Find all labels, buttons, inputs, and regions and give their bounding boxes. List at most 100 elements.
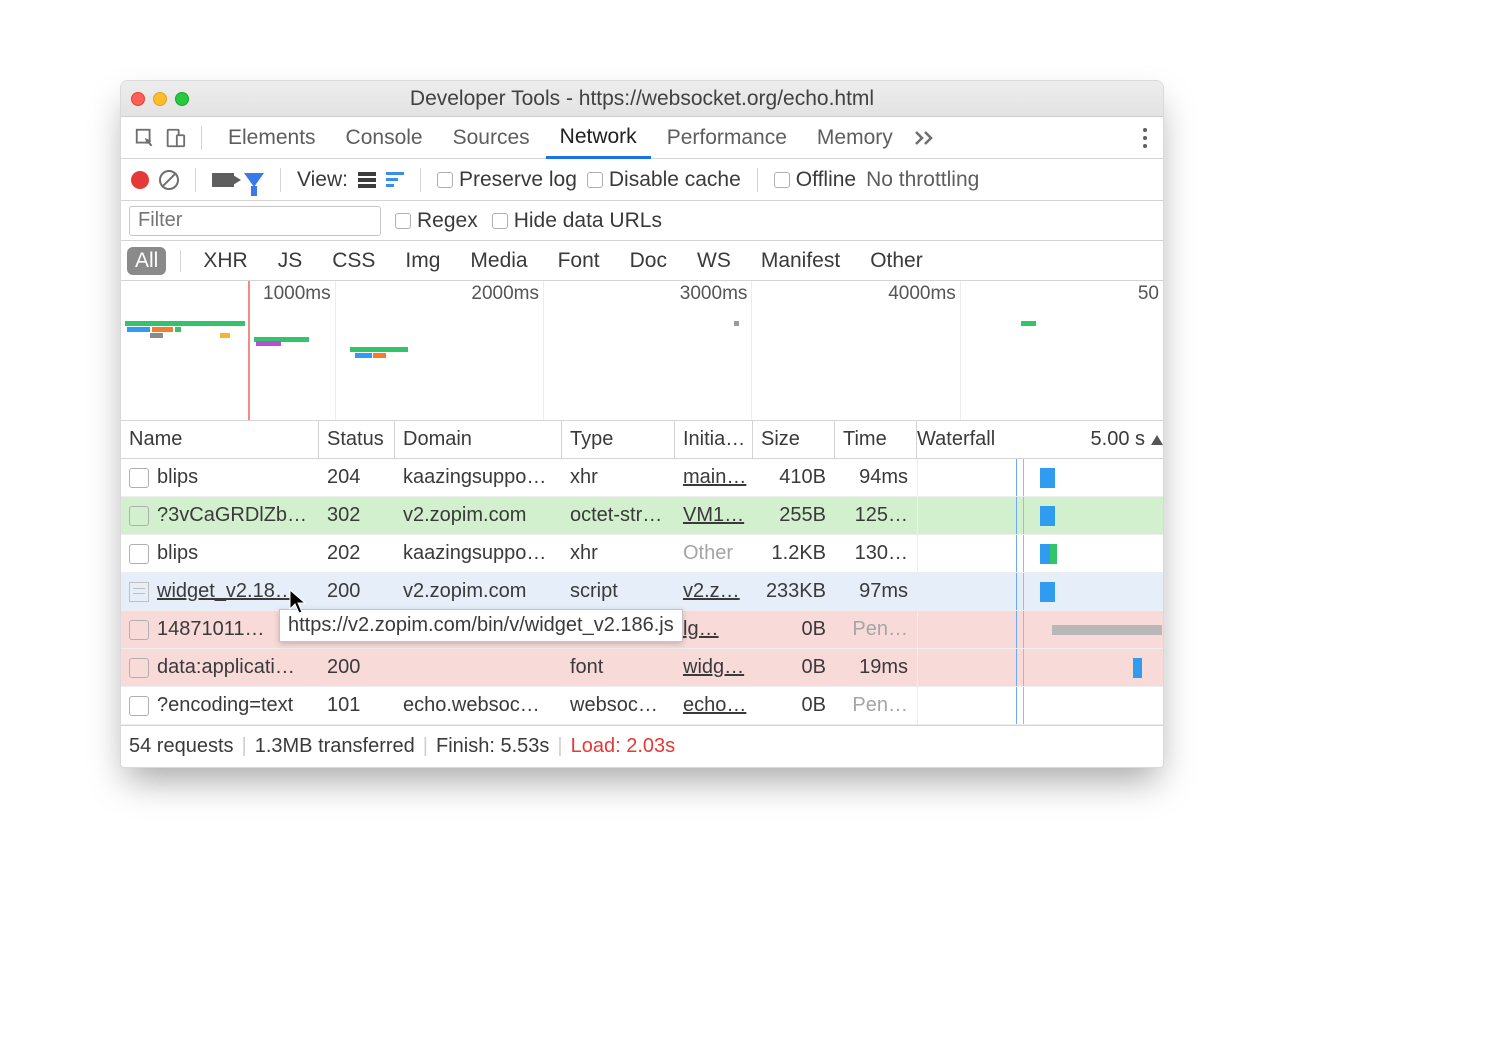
size-text: 0B xyxy=(802,656,826,679)
request-table: Name Status Domain Type Initia… Size Tim… xyxy=(121,421,1163,725)
col-time[interactable]: Time xyxy=(835,421,917,458)
initiator-text: main… xyxy=(683,466,746,489)
clear-button[interactable] xyxy=(159,170,179,190)
tab-sources[interactable]: Sources xyxy=(439,117,544,159)
waterfall-cell xyxy=(917,573,1163,610)
preserve-log-checkbox[interactable]: Preserve log xyxy=(437,168,577,192)
tab-performance[interactable]: Performance xyxy=(653,117,801,159)
tick-label: 50 xyxy=(1138,283,1163,305)
checkbox-icon xyxy=(129,620,149,640)
type-filter-font[interactable]: Font xyxy=(550,247,608,275)
tabs-divider xyxy=(201,126,202,150)
col-status[interactable]: Status xyxy=(319,421,395,458)
type-text: xhr xyxy=(570,542,598,565)
device-toggle-icon[interactable] xyxy=(161,124,189,152)
close-window-button[interactable] xyxy=(131,92,145,106)
status-bar: 54 requests | 1.3MB transferred | Finish… xyxy=(121,725,1163,767)
tab-network[interactable]: Network xyxy=(546,117,651,159)
type-filter-doc[interactable]: Doc xyxy=(622,247,675,275)
type-filter-xhr[interactable]: XHR xyxy=(195,247,255,275)
tick-label: 2000ms xyxy=(471,283,543,305)
zoom-window-button[interactable] xyxy=(175,92,189,106)
table-row[interactable]: blips204kaazingsuppo…xhrmain…410B94ms xyxy=(121,459,1163,497)
tick-label: 3000ms xyxy=(680,283,752,305)
checkbox-icon xyxy=(129,696,149,716)
type-filter-media[interactable]: Media xyxy=(462,247,535,275)
initiator-text: VM1… xyxy=(683,504,744,527)
url-tooltip: https://v2.zopim.com/bin/v/widget_v2.186… xyxy=(279,609,683,642)
checkbox-icon xyxy=(129,506,149,526)
screenshot-icon[interactable] xyxy=(212,173,234,187)
type-text: font xyxy=(570,656,603,679)
type-filter-other[interactable]: Other xyxy=(862,247,931,275)
overview-toggle-icon[interactable] xyxy=(386,172,404,187)
checkbox-icon xyxy=(129,544,149,564)
size-text: 0B xyxy=(802,694,826,717)
regex-checkbox[interactable]: Regex xyxy=(395,209,478,233)
tab-memory[interactable]: Memory xyxy=(803,117,907,159)
status-code: 101 xyxy=(327,694,360,717)
col-waterfall[interactable]: Waterfall 5.00 s xyxy=(917,421,1163,458)
waterfall-cell xyxy=(917,535,1163,572)
initiator-text: echo… xyxy=(683,694,746,717)
document-icon xyxy=(129,582,149,602)
type-text: websoc… xyxy=(570,694,658,717)
col-initiator[interactable]: Initia… xyxy=(675,421,753,458)
type-filter-img[interactable]: Img xyxy=(397,247,448,275)
col-size[interactable]: Size xyxy=(753,421,835,458)
devtools-menu-icon[interactable] xyxy=(1137,128,1153,148)
size-text: 233KB xyxy=(766,580,826,603)
record-button[interactable] xyxy=(131,171,149,189)
type-filter-row: All XHR JS CSS Img Media Font Doc WS Man… xyxy=(121,241,1163,281)
status-code: 202 xyxy=(327,542,360,565)
status-code: 200 xyxy=(327,580,360,603)
col-name[interactable]: Name xyxy=(121,421,319,458)
timeline-overview[interactable]: 1000ms2000ms3000ms4000ms50 xyxy=(121,281,1163,421)
offline-checkbox[interactable]: Offline xyxy=(774,168,856,192)
status-transferred: 1.3MB transferred xyxy=(255,735,415,758)
type-filter-js[interactable]: JS xyxy=(270,247,311,275)
col-type[interactable]: Type xyxy=(562,421,675,458)
type-text: xhr xyxy=(570,466,598,489)
waterfall-cell xyxy=(917,649,1163,686)
initiator-text: Other xyxy=(683,542,733,565)
waterfall-cell xyxy=(917,459,1163,496)
table-row[interactable]: data:applicati…200fontwidg…0B19ms xyxy=(121,649,1163,687)
table-row[interactable]: ?3vCaGRDlZb…302v2.zopim.comoctet-str…VM1… xyxy=(121,497,1163,535)
size-text: 1.2KB xyxy=(772,542,826,565)
cursor-icon xyxy=(289,589,307,615)
minimize-window-button[interactable] xyxy=(153,92,167,106)
checkbox-icon xyxy=(129,468,149,488)
time-text: 125… xyxy=(855,504,908,527)
tab-console[interactable]: Console xyxy=(332,117,437,159)
inspect-element-icon[interactable] xyxy=(131,124,159,152)
window-title: Developer Tools - https://websocket.org/… xyxy=(121,87,1163,111)
hide-data-urls-checkbox[interactable]: Hide data URLs xyxy=(492,209,662,233)
type-filter-all[interactable]: All xyxy=(127,247,166,275)
type-filter-css[interactable]: CSS xyxy=(324,247,383,275)
time-text: 97ms xyxy=(859,580,908,603)
table-row[interactable]: blips202kaazingsuppo…xhrOther1.2KB130… xyxy=(121,535,1163,573)
status-load: Load: 2.03s xyxy=(571,735,676,758)
filter-toggle-icon[interactable] xyxy=(244,173,264,187)
table-header: Name Status Domain Type Initia… Size Tim… xyxy=(121,421,1163,459)
col-domain[interactable]: Domain xyxy=(395,421,562,458)
type-text: octet-str… xyxy=(570,504,662,527)
sort-asc-icon xyxy=(1151,435,1163,445)
time-text: 94ms xyxy=(859,466,908,489)
type-filter-manifest[interactable]: Manifest xyxy=(753,247,848,275)
table-row[interactable]: widget_v2.18…200v2.zopim.comscriptv2.z…2… xyxy=(121,573,1163,611)
table-row[interactable]: ?encoding=text101echo.websoc…websoc…echo… xyxy=(121,687,1163,725)
filter-input[interactable] xyxy=(129,206,381,236)
large-rows-icon[interactable] xyxy=(358,172,376,188)
request-name: widget_v2.18… xyxy=(157,580,295,603)
throttling-select[interactable]: No throttling xyxy=(866,168,979,192)
type-filter-ws[interactable]: WS xyxy=(689,247,739,275)
size-text: 255B xyxy=(779,504,826,527)
network-toolbar: View: Preserve log Disable cache Offline… xyxy=(121,159,1163,201)
view-label: View: xyxy=(297,168,348,192)
tab-elements[interactable]: Elements xyxy=(214,117,330,159)
disable-cache-checkbox[interactable]: Disable cache xyxy=(587,168,741,192)
traffic-lights xyxy=(131,92,189,106)
more-tabs-icon[interactable] xyxy=(913,129,937,147)
